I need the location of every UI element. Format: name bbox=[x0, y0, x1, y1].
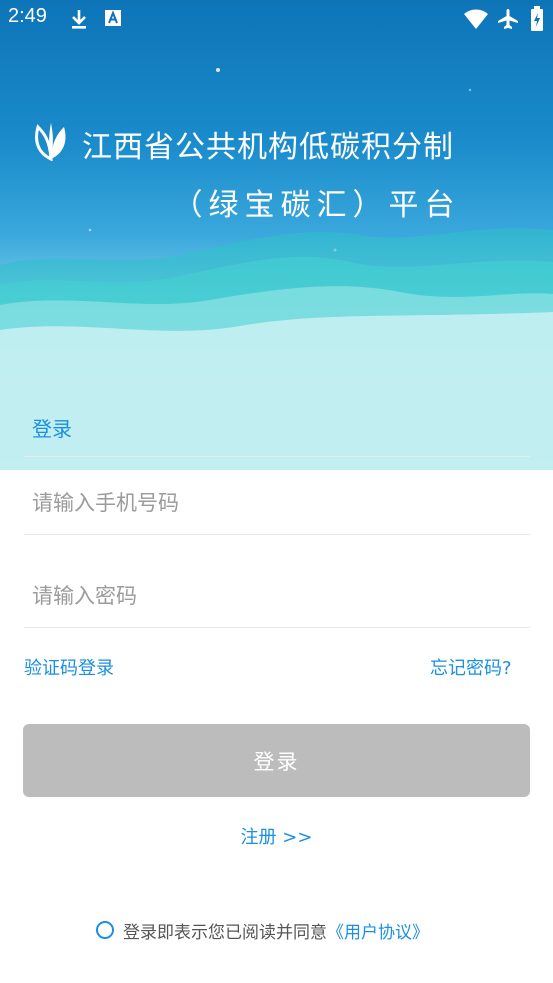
leaf-logo-icon bbox=[30, 119, 72, 165]
hero-banner bbox=[0, 0, 553, 470]
hero-background-art bbox=[0, 68, 553, 470]
agreement-text: 登录即表示您已阅读并同意 bbox=[123, 922, 327, 943]
status-bar: 2:49 bbox=[0, 0, 553, 38]
divider bbox=[24, 534, 530, 535]
divider bbox=[24, 627, 530, 628]
forgot-password-link[interactable]: 忘记密码? bbox=[430, 654, 512, 680]
agreement-row: 登录即表示您已阅读并同意 《用户协议》 bbox=[96, 918, 429, 943]
user-agreement-link[interactable]: 《用户协议》 bbox=[327, 918, 429, 943]
register-link[interactable]: 注册 >> bbox=[0, 823, 553, 849]
sms-login-link[interactable]: 验证码登录 bbox=[24, 654, 114, 680]
wifi-icon bbox=[463, 8, 489, 34]
font-icon bbox=[104, 9, 122, 31]
agreement-radio[interactable] bbox=[96, 921, 114, 939]
login-button[interactable]: 登录 bbox=[23, 724, 530, 797]
status-time: 2:49 bbox=[8, 5, 47, 27]
app-title-line1: 江西省公共机构低碳积分制 bbox=[82, 130, 454, 165]
phone-input[interactable] bbox=[24, 483, 530, 523]
app-title-line2: （绿宝碳汇）平台 bbox=[172, 188, 461, 223]
download-icon bbox=[69, 8, 89, 34]
login-form-title: 登录 bbox=[32, 417, 72, 441]
battery-charging-icon bbox=[530, 6, 544, 36]
airplane-icon bbox=[497, 8, 519, 34]
password-input[interactable] bbox=[24, 576, 530, 616]
divider bbox=[24, 456, 530, 457]
